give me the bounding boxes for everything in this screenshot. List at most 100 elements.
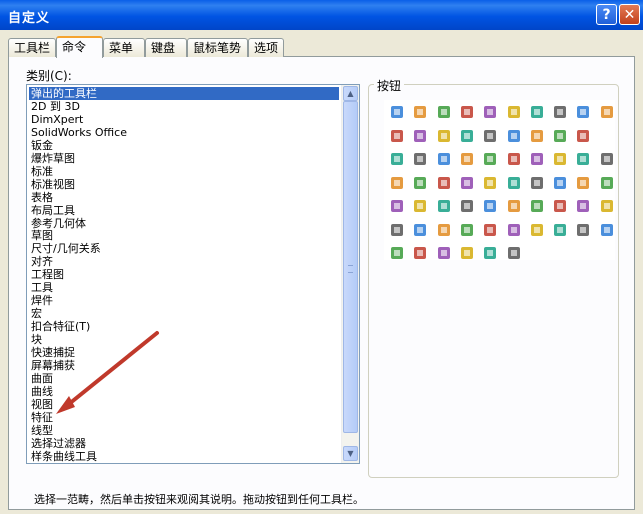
circle-icon[interactable]: [411, 197, 429, 215]
edit-icon[interactable]: [551, 174, 569, 192]
shape-green-icon[interactable]: [481, 221, 499, 239]
list-item[interactable]: 屏幕捕获: [29, 359, 77, 372]
list-item[interactable]: 布局工具: [29, 204, 77, 217]
list-item[interactable]: 样条曲线工具: [29, 450, 99, 463]
font-icon[interactable]: [435, 103, 453, 121]
corner-icon[interactable]: [505, 197, 523, 215]
list-item[interactable]: 焊件: [29, 294, 55, 307]
wizard-icon[interactable]: [458, 244, 476, 262]
ruler-icon[interactable]: [411, 221, 429, 239]
print-icon[interactable]: [505, 174, 523, 192]
mirror-icon[interactable]: [458, 150, 476, 168]
spline-icon[interactable]: [481, 197, 499, 215]
list-item[interactable]: 工程图: [29, 268, 66, 281]
list-item[interactable]: 弹出的工具栏: [29, 87, 339, 100]
list-item[interactable]: 线型: [29, 424, 55, 437]
stairs-icon[interactable]: [598, 103, 616, 121]
tab-options[interactable]: 选项: [248, 38, 284, 57]
settings-icon[interactable]: [388, 150, 406, 168]
list-item[interactable]: 特征: [29, 411, 55, 424]
text-box-icon[interactable]: [481, 103, 499, 121]
gear-icon[interactable]: [388, 127, 406, 145]
list-item[interactable]: 标准视图: [29, 178, 77, 191]
tool-icon[interactable]: [481, 244, 499, 262]
point-icon[interactable]: [505, 127, 523, 145]
chart-icon[interactable]: [411, 174, 429, 192]
spiral-icon[interactable]: [505, 244, 523, 262]
target-icon[interactable]: [551, 103, 569, 121]
close-button[interactable]: ✕: [619, 4, 640, 25]
ellipse-icon[interactable]: [458, 197, 476, 215]
list-item[interactable]: 块: [29, 333, 44, 346]
scroll-up-icon[interactable]: ▲: [343, 86, 358, 101]
list-item[interactable]: 选择过滤器: [29, 437, 88, 450]
box-open-icon[interactable]: [598, 150, 616, 168]
line-icon[interactable]: [574, 174, 592, 192]
list-item[interactable]: 草图: [29, 229, 55, 242]
table-grid-icon[interactable]: [551, 150, 569, 168]
block-icon[interactable]: [458, 127, 476, 145]
globe-icon[interactable]: [388, 174, 406, 192]
dots-grid-icon[interactable]: [598, 197, 616, 215]
list-scrollbar[interactable]: ▲ ▼: [341, 85, 359, 463]
new-doc-icon[interactable]: [435, 174, 453, 192]
grid-select-icon[interactable]: [551, 127, 569, 145]
cube-red-icon[interactable]: [435, 150, 453, 168]
scroll-down-icon[interactable]: ▼: [343, 446, 358, 461]
arrow-right-icon[interactable]: [551, 221, 569, 239]
tab-mouse-gestures[interactable]: 鼠标笔势: [187, 38, 248, 57]
bold-text-icon[interactable]: [411, 127, 429, 145]
list-item[interactable]: 对齐: [29, 255, 55, 268]
tag-icon[interactable]: [528, 150, 546, 168]
filter-icon[interactable]: [574, 127, 592, 145]
tab-commands[interactable]: 命令: [56, 36, 103, 58]
list-item[interactable]: 钣金: [29, 139, 55, 152]
list-item[interactable]: 爆炸草图: [29, 152, 77, 165]
list-icon[interactable]: [528, 174, 546, 192]
rectangle-icon[interactable]: [598, 174, 616, 192]
list-item[interactable]: 扣合特征(T): [29, 320, 92, 333]
palette-icon[interactable]: [528, 221, 546, 239]
stamp-icon[interactable]: [388, 244, 406, 262]
category-list[interactable]: 弹出的工具栏 2D 到 3D DimXpert SolidWorks Office 钣金…: [26, 84, 360, 464]
table-icon[interactable]: [388, 103, 406, 121]
list-item[interactable]: 快速捕捉: [29, 346, 77, 359]
list-item[interactable]: 尺寸/几何关系: [29, 242, 103, 255]
list-item[interactable]: 曲线: [29, 385, 55, 398]
curve-icon[interactable]: [505, 103, 523, 121]
list-item[interactable]: 工具: [29, 281, 55, 294]
cube-view-icon[interactable]: [481, 127, 499, 145]
list-item[interactable]: DimXpert: [29, 113, 85, 126]
matrix-icon[interactable]: [574, 197, 592, 215]
rotate-icon[interactable]: [411, 244, 429, 262]
list-item[interactable]: 标准: [29, 165, 55, 178]
frame-icon[interactable]: [528, 197, 546, 215]
grid-icon[interactable]: [574, 103, 592, 121]
help-button[interactable]: ?: [596, 4, 617, 25]
dimension-icon[interactable]: [411, 103, 429, 121]
camera-icon[interactable]: [574, 150, 592, 168]
sparkle-icon[interactable]: [528, 127, 546, 145]
relation-icon[interactable]: [528, 103, 546, 121]
box-icon[interactable]: [458, 103, 476, 121]
hole-icon[interactable]: [598, 221, 616, 239]
cube-gold-icon[interactable]: [435, 221, 453, 239]
disk-icon[interactable]: [481, 150, 499, 168]
tab-keyboard[interactable]: 键盘: [145, 38, 187, 57]
save-icon[interactable]: [481, 174, 499, 192]
list-item[interactable]: 宏: [29, 307, 44, 320]
pattern-icon[interactable]: [505, 221, 523, 239]
list-item[interactable]: 参考几何体: [29, 217, 88, 230]
list-item[interactable]: 曲面: [29, 372, 55, 385]
arc-icon[interactable]: [435, 197, 453, 215]
list-item[interactable]: 表格: [29, 191, 55, 204]
pencil-icon[interactable]: [411, 150, 429, 168]
pin-icon[interactable]: [574, 221, 592, 239]
lines-icon[interactable]: [435, 127, 453, 145]
folder-icon[interactable]: [458, 174, 476, 192]
scroll-thumb[interactable]: [343, 101, 358, 433]
list-item[interactable]: 视图: [29, 398, 55, 411]
plug-icon[interactable]: [388, 221, 406, 239]
sphere-gold-icon[interactable]: [435, 244, 453, 262]
square-icon[interactable]: [551, 197, 569, 215]
